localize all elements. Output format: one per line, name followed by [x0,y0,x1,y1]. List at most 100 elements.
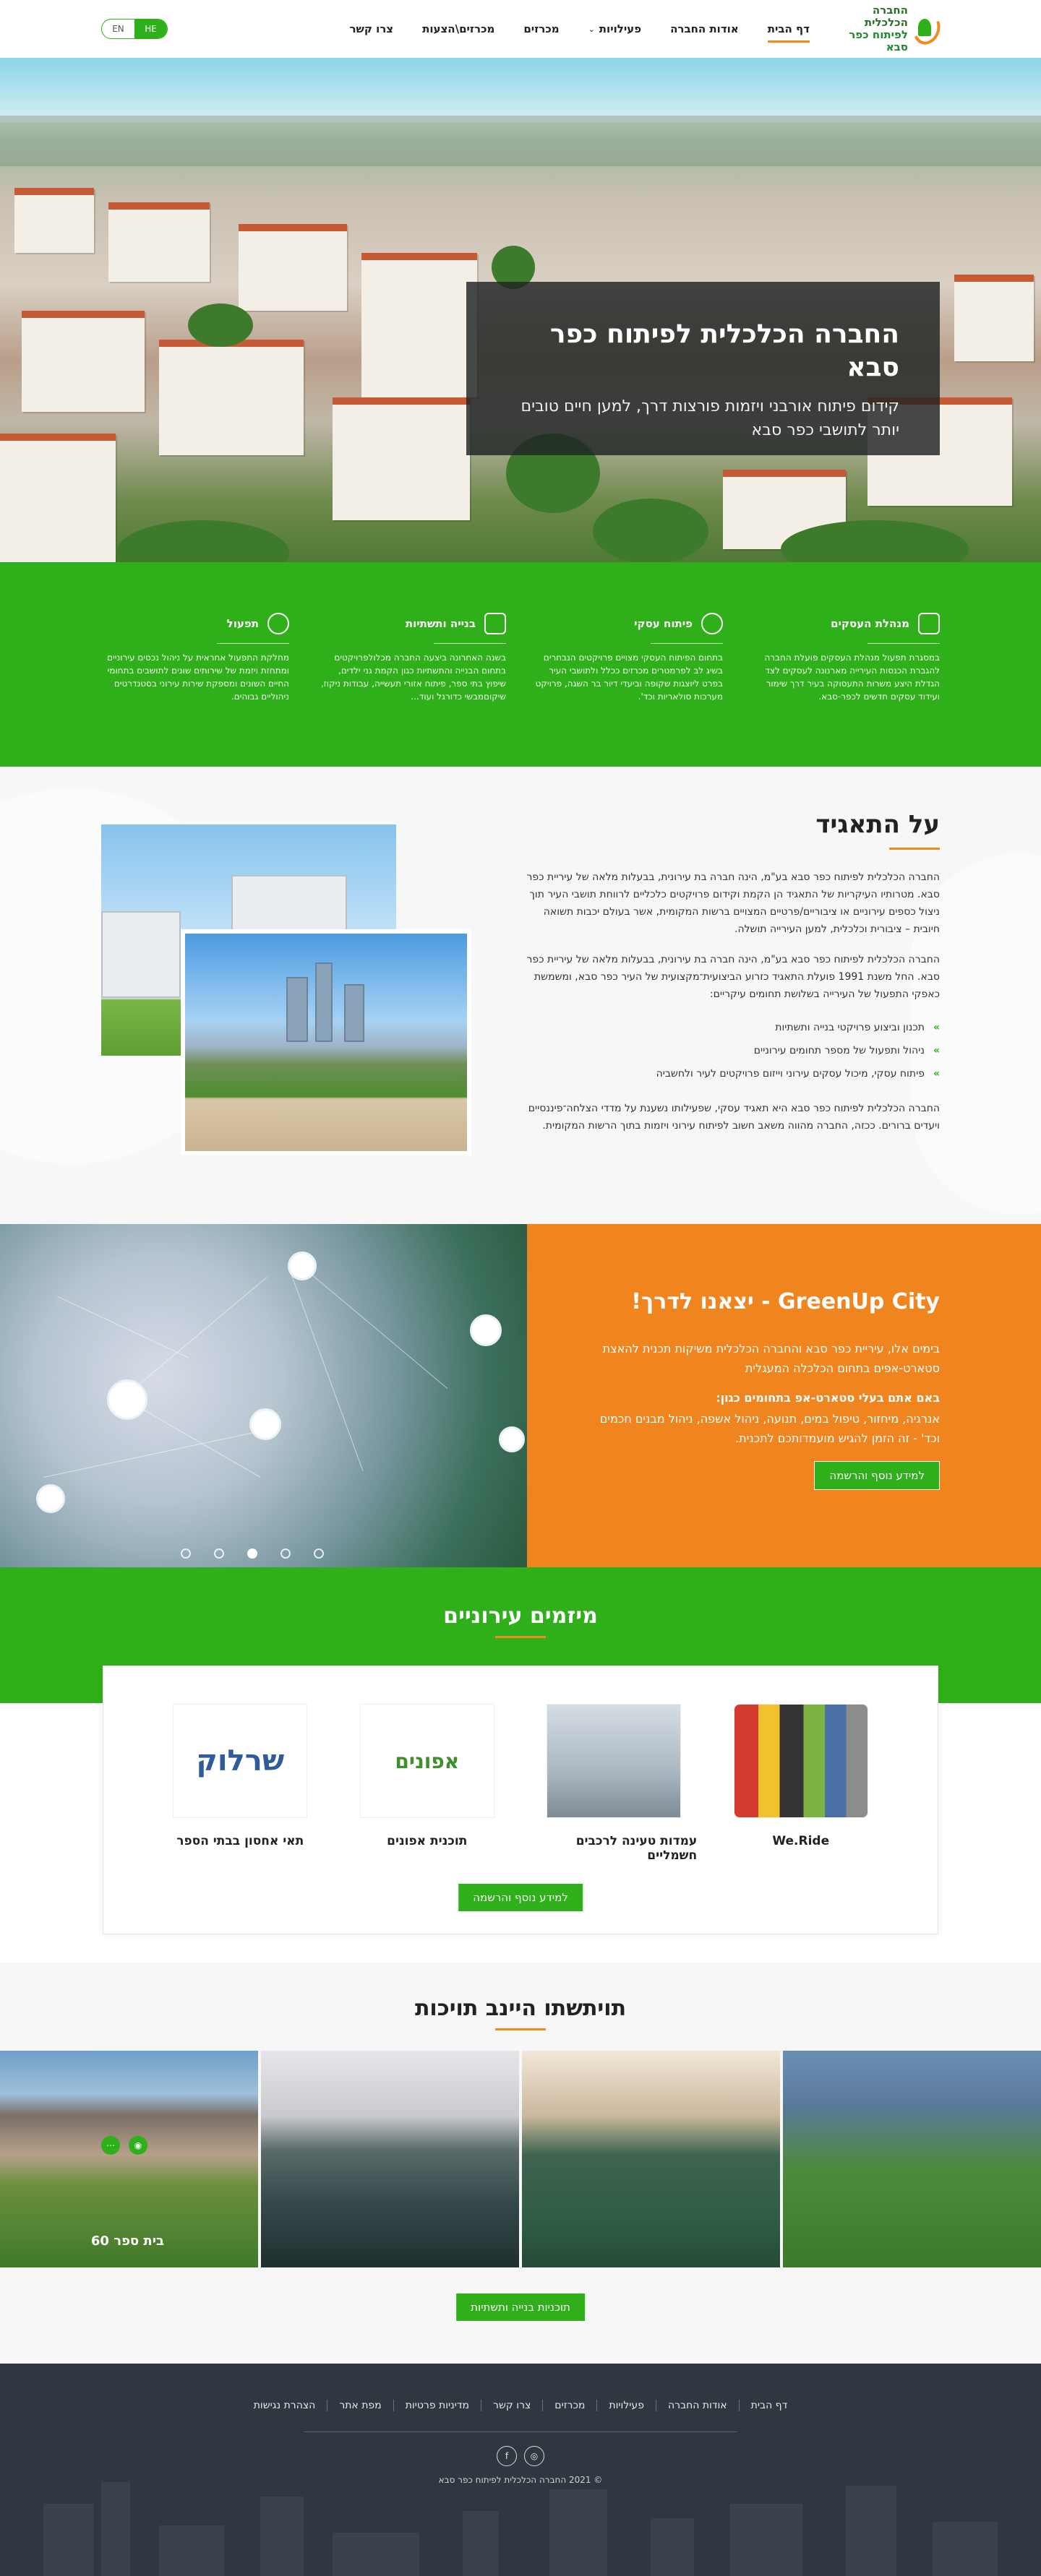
afunim-logo: אפונים [359,1704,494,1818]
bulb-icon [36,1484,65,1513]
nav-home[interactable]: דף הבית [767,22,810,43]
bin-icon [470,1314,502,1346]
double-arrow-icon: » [933,1068,940,1080]
footer-link-sitemap[interactable]: מפת אתר [327,2400,393,2411]
carousel-dot[interactable] [280,1548,291,1559]
briefcase-icon [918,613,940,634]
initiative-name: עמדות טעינה לרכבים חשמליים [575,1834,698,1863]
about-list: » תכנון וביצוע פרויקטי בנייה ותשתיות » ניה… [520,1016,940,1085]
greenup-paragraph: בימים אלו, עיריית כפר סבא והחברה הכלכלית… [602,1342,940,1375]
gallery-item-interior[interactable] [522,2051,780,2267]
service-title: תפעול [226,617,259,630]
greenup-text: GreenUp City - יצאנו לדרך! בימים אלו, עי… [527,1224,1041,1567]
social-links: ◎ f [0,2446,1041,2466]
gallery-item-park[interactable] [783,2051,1041,2267]
service-text: בתחום הפיתוח העסקי מצויים פרויקטים הנבחר… [535,652,723,702]
hero-banner: החברה הכלכלית לפיתוח כפר סבא קידום פיתוח… [0,58,1041,562]
service-title: בנייה ותשתיות [405,617,476,630]
leaf-icon [288,1252,317,1280]
view-icon[interactable]: ◉ [129,2136,147,2155]
about-section: על התאגיד החברה הכלכלית לפיתוח כפר סבא ב… [0,767,1041,1224]
services-strip: מנהלת העסקים במסגרת תפעול מנהלת העסקים פ… [0,562,1041,767]
double-arrow-icon: » [933,1022,940,1033]
logo-text: החברה הכלכלית לפיתוח כפר סבא [839,4,908,53]
footer-link-contact[interactable]: צרו קשר [481,2400,542,2411]
carousel-dot[interactable] [214,1548,224,1559]
service-business-admin[interactable]: מנהלת העסקים במסגרת תפעול מנהלת העסקים פ… [752,613,940,767]
lang-he-button[interactable]: HE [134,20,167,38]
ev-charging-logo [547,1704,682,1818]
main-nav: דף הבית אודות החברה פעילויות ⌄ מכרזים מכר… [349,0,810,58]
logo-mark-icon [909,9,945,48]
maintenance-icon [267,613,289,634]
crane-icon [484,613,506,634]
gallery-caption: בית ספר 60 [90,2233,164,2249]
projects-gallery: ⋯ ◉ בית ספר 60 [0,2051,1041,2267]
nav-contact[interactable]: צרו קשר [349,22,393,35]
initiatives-title: מיזמים עירוניים [443,1603,598,1629]
footer-nav: דף הבית אודות החברה פעילויות מכרזים צרו … [0,2400,1041,2411]
footer-link-activities[interactable]: פעילויות [596,2400,656,2411]
footer-link-home[interactable]: דף הבית [738,2400,800,2411]
gallery-item-school[interactable]: ⋯ ◉ בית ספר 60 [0,2051,258,2267]
footer-link-about[interactable]: אודות החברה [655,2400,739,2411]
facebook-icon[interactable]: f [497,2446,517,2466]
hero-sky [0,58,1041,123]
service-title: מנהלת העסקים [831,617,909,630]
greenup-network-image [0,1224,527,1567]
language-switch: EN HE [101,19,168,39]
nav-tenders[interactable]: מכרזים [523,22,559,35]
footer-link-tenders[interactable]: מכרזים [542,2400,596,2411]
carousel-dot-active[interactable] [247,1548,257,1559]
initiative-weride[interactable]: We.Ride [718,1704,884,1863]
nav-tenders-offers[interactable]: מכרזים\הצעות [422,22,494,35]
carousel-dots [181,1548,324,1559]
gallery-item-basketball[interactable] [261,2051,519,2267]
list-item: » תכנון וביצוע פרויקטי בנייה ותשתיות [520,1016,940,1039]
lightbulb-icon [701,613,723,634]
site-footer: דף הבית אודות החברה פעילויות מכרזים צרו … [0,2364,1041,2576]
chevron-down-icon: ⌄ [588,24,595,34]
initiative-sharlock[interactable]: שרלוק תאי אחסון בבתי הספר [157,1704,323,1863]
logo-line-1: החברה הכלכלית [864,4,908,29]
instagram-icon[interactable]: ◎ [524,2446,544,2466]
footer-link-accessibility[interactable]: הצהרת נגישות [242,2400,327,2411]
site-logo[interactable]: החברה הכלכלית לפיתוח כפר סבא [839,4,945,53]
service-text: במסגרת תפעול מנהלת העסקים פועלת החברה לה… [764,652,940,702]
water-drop-icon [107,1379,147,1420]
about-image-park [181,929,471,1155]
service-construction[interactable]: בנייה ותשתיות בשנה האחרונה ביצעה החברה מ… [318,613,506,767]
hero-subtitle: קידום פיתוח אורבני ויזמות פורצות דרך, למ… [520,397,899,439]
greenup-more-info-button[interactable]: למידע נוסף והרשמה [814,1461,940,1490]
about-paragraph-1: החברה הכלכלית לפיתוח כפר סבא בע"מ, הינה … [526,871,940,935]
projects-button[interactable]: תוכניות בנייה ותשתיות [455,2293,586,2322]
service-title: פיתוח עסקי [634,617,693,630]
initiative-ev-charging[interactable]: עמדות טעינה לרכבים חשמליים [531,1704,697,1863]
service-business-dev[interactable]: פיתוח עסקי בתחום הפיתוח העסקי מצויים פרו… [535,613,723,767]
initiatives-more-info-button[interactable]: למידע נוסף והרשמה [458,1883,583,1912]
weride-logo [733,1704,868,1818]
copyright-text: © 2021 החברה הכלכלית לפיתוח כפר סבא [438,2475,603,2485]
greenup-section: GreenUp City - יצאנו לדרך! בימים אלו, עי… [0,1224,1041,1567]
nav-activities[interactable]: פעילויות ⌄ [588,22,642,35]
service-text: בשנה האחרונה ביצעה החברה מכלולפרויקטים ב… [320,652,506,702]
list-item: » פיתוח עסקי, מיכול עסקים עירוני וייזום פ… [520,1062,940,1085]
footer-skyline [0,2482,1041,2576]
about-text: על התאגיד החברה הכלכלית לפיתוח כפר סבא ב… [520,810,940,1147]
nav-about[interactable]: אודות החברה [670,22,739,35]
energy-icon [499,1426,525,1452]
footer-link-privacy[interactable]: מדיניות פרטיות [393,2400,481,2411]
greenup-paragraph-2: אנרגיה, מיחזור, טיפול במים, תנועה, ניהול… [599,1412,940,1445]
logo-line-2: לפיתוח כפר סבא [849,28,908,53]
carousel-dot[interactable] [314,1548,324,1559]
service-operations[interactable]: תפעול מחלקת התפעול אחראית על ניהול נכסים… [101,613,289,767]
lang-en-button[interactable]: EN [102,20,134,38]
initiative-name: We.Ride [772,1834,830,1848]
hero-title: החברה הכלכלית לפיתוח כפר סבא [549,319,899,382]
more-icon[interactable]: ⋯ [101,2136,120,2155]
about-title: על התאגיד [815,810,940,839]
about-paragraph-3: החברה הכלכלית לפיתוח כפר סבא היא תאגיד ע… [528,1103,940,1132]
initiative-afunim[interactable]: אפונים תוכנית אפונים [344,1704,510,1863]
initiatives-card: We.Ride עמדות טעינה לרכבים חשמליים אפוני… [103,1666,938,1934]
carousel-dot[interactable] [181,1548,191,1559]
